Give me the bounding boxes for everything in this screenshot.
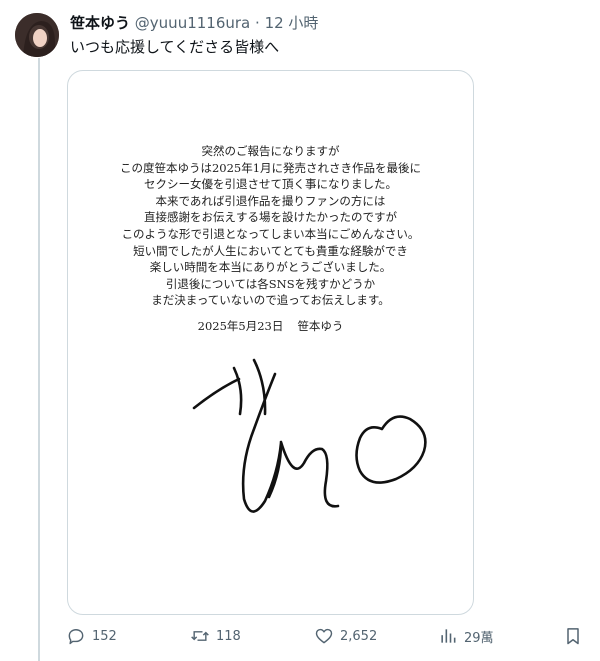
like-button[interactable]: 2,652 xyxy=(314,624,377,648)
separator-dot: · xyxy=(255,14,260,32)
like-count: 2,652 xyxy=(340,628,378,644)
bookmark-button[interactable] xyxy=(563,624,583,648)
tweet-text: いつも応援してくださる皆様へ xyxy=(70,38,280,56)
views-icon xyxy=(441,629,456,643)
repost-count: 118 xyxy=(216,628,241,644)
user-handle[interactable]: @yuuu1116ura xyxy=(135,14,250,32)
reply-count: 152 xyxy=(92,628,117,644)
reply-icon xyxy=(68,629,84,645)
avatar[interactable] xyxy=(15,13,59,57)
views-count: 29萬 xyxy=(464,630,494,646)
repost-icon xyxy=(191,631,209,641)
thread-line xyxy=(38,58,40,661)
like-icon xyxy=(315,628,333,644)
bookmark-icon xyxy=(567,628,579,645)
tweet: 笹本ゆう @yuuu1116ura · 12 小時 いつも応援してくださる皆様へ… xyxy=(0,0,600,661)
tweet-header: 笹本ゆう @yuuu1116ura · 12 小時 xyxy=(70,13,318,33)
tweet-actions: 152 118 2,652 29萬 xyxy=(66,624,591,648)
views-button[interactable]: 29萬 xyxy=(438,624,494,648)
attached-image[interactable]: 突然のご報告になりますが この度笹本ゆうは2025年1月に発売されさき作品を最後… xyxy=(67,70,474,615)
repost-button[interactable]: 118 xyxy=(190,624,241,648)
reply-button[interactable]: 152 xyxy=(66,624,117,648)
timestamp[interactable]: 12 小時 xyxy=(265,14,319,32)
display-name[interactable]: 笹本ゆう xyxy=(70,14,130,32)
handwritten-signature xyxy=(192,358,427,513)
